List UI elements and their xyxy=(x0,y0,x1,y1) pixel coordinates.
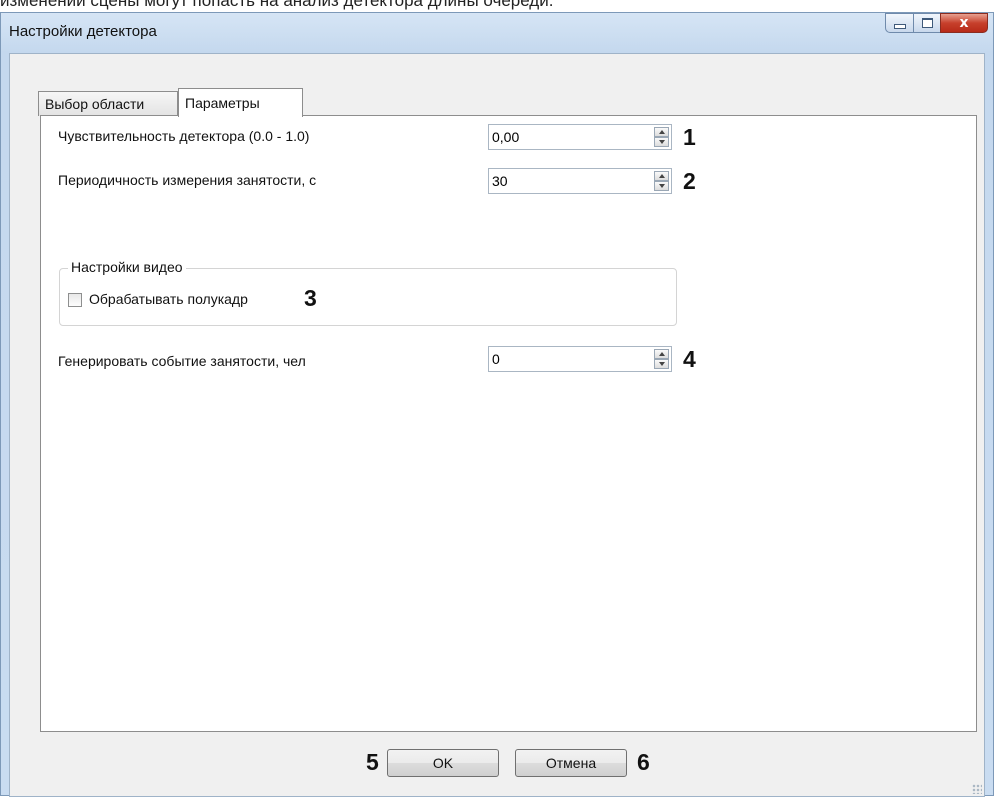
event-label: Генерировать событие занятости, чел xyxy=(58,353,306,369)
cancel-button[interactable]: Отмена xyxy=(515,749,627,777)
video-settings-title: Настройки видео xyxy=(68,259,186,275)
detector-settings-window: Настройки детектора x Выбор области Пара… xyxy=(0,12,994,797)
period-up-button[interactable] xyxy=(654,171,669,181)
event-spinbox[interactable] xyxy=(488,346,672,372)
video-settings-group: Настройки видео Обрабатывать полукадр 3 xyxy=(59,259,677,326)
window-caption-buttons: x xyxy=(885,13,988,34)
tab-area-selection[interactable]: Выбор области xyxy=(38,91,178,116)
window-title: Настройки детектора xyxy=(9,23,157,40)
halfframe-checkbox[interactable] xyxy=(68,293,82,307)
halfframe-label[interactable]: Обрабатывать полукадр xyxy=(89,291,248,307)
ok-button[interactable]: OK xyxy=(387,749,499,777)
close-icon: x xyxy=(959,15,969,31)
arrow-down-icon xyxy=(658,140,665,144)
dialog-client-area: Выбор области Параметры Чувствительность… xyxy=(9,53,985,797)
sensitivity-up-button[interactable] xyxy=(654,127,669,137)
tab-parameters[interactable]: Параметры xyxy=(178,88,303,117)
callout-5: 5 xyxy=(366,749,379,775)
arrow-down-icon xyxy=(658,362,665,366)
event-up-button[interactable] xyxy=(654,349,669,359)
maximize-button[interactable] xyxy=(913,13,940,33)
callout-4: 4 xyxy=(683,346,696,372)
arrow-up-icon xyxy=(658,352,665,356)
sensitivity-label: Чувствительность детектора (0.0 - 1.0) xyxy=(58,128,310,144)
period-label: Периодичность измерения занятости, с xyxy=(58,172,317,188)
arrow-down-icon xyxy=(658,184,665,188)
maximize-icon xyxy=(921,18,933,28)
close-button[interactable]: x xyxy=(940,13,988,33)
event-input[interactable] xyxy=(489,347,655,371)
period-spin-buttons xyxy=(654,171,669,191)
callout-2: 2 xyxy=(683,168,696,194)
minimize-button[interactable] xyxy=(885,13,913,33)
sensitivity-down-button[interactable] xyxy=(654,137,669,147)
sensitivity-input[interactable] xyxy=(489,125,655,149)
resize-grip-icon[interactable] xyxy=(972,784,982,794)
arrow-up-icon xyxy=(658,174,665,178)
parameters-panel: Чувствительность детектора (0.0 - 1.0) 1… xyxy=(40,115,977,732)
callout-3: 3 xyxy=(304,285,317,311)
page-text-above-window: изменении сцены могут попасть на анализ … xyxy=(0,0,554,10)
minimize-icon xyxy=(893,24,906,29)
event-down-button[interactable] xyxy=(654,359,669,369)
sensitivity-spinbox[interactable] xyxy=(488,124,672,150)
arrow-up-icon xyxy=(658,130,665,134)
period-input[interactable] xyxy=(489,169,655,193)
callout-6: 6 xyxy=(637,749,650,775)
event-spin-buttons xyxy=(654,349,669,369)
period-spinbox[interactable] xyxy=(488,168,672,194)
period-down-button[interactable] xyxy=(654,181,669,191)
callout-1: 1 xyxy=(683,124,696,150)
sensitivity-spin-buttons xyxy=(654,127,669,147)
